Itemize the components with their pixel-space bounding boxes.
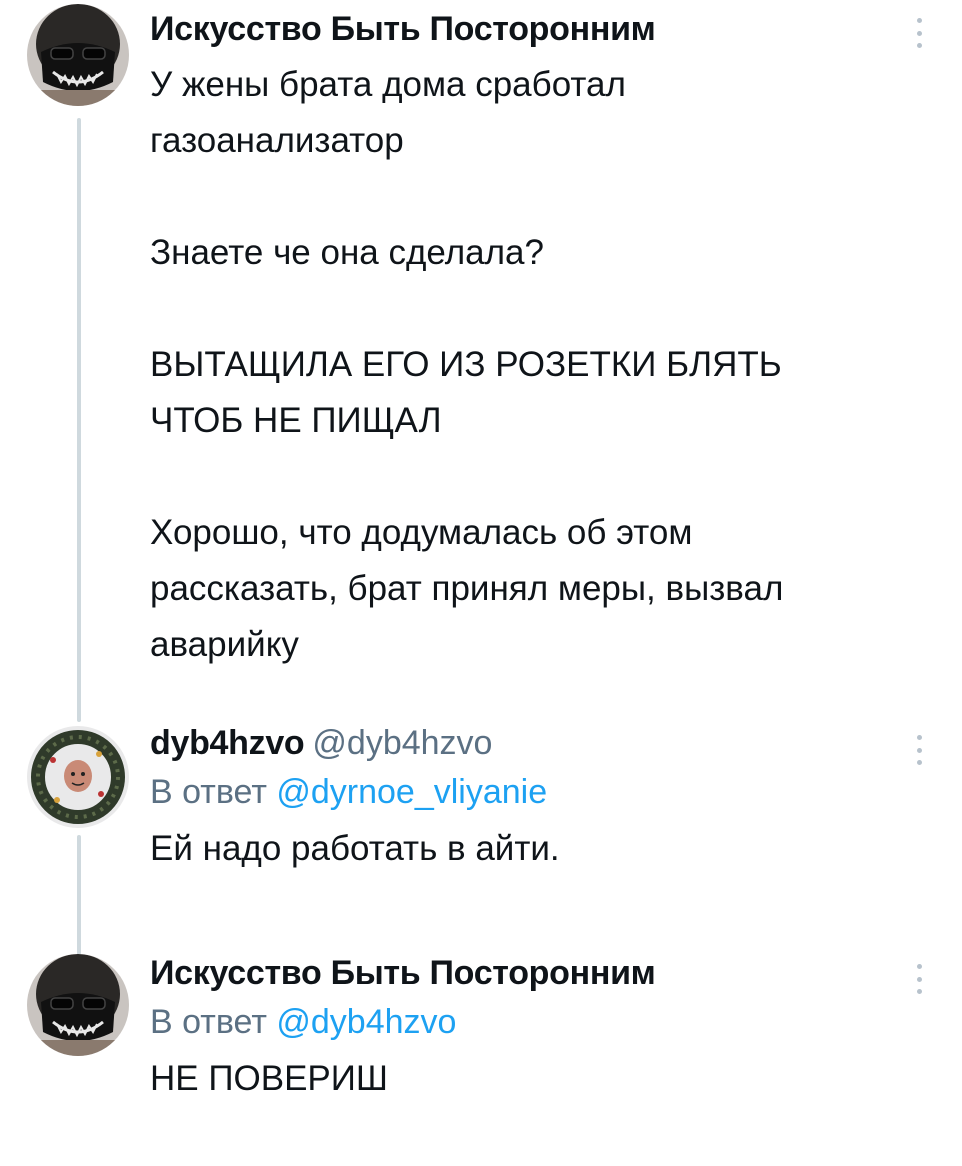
tweet-text: НЕ ПОВЕРИШ [150,1059,388,1098]
reply-to-link[interactable]: @dyrnoe_vliyanie [276,773,547,811]
reply-context: В ответ @dyrnoe_vliyanie [150,765,892,819]
avatar[interactable] [27,4,129,106]
tweet-header: dyb4hzvo @dyb4hzvo [150,722,892,764]
author-name[interactable]: dyb4hzvo [150,724,305,762]
thread-line [77,118,81,722]
more-options-icon[interactable] [916,18,922,48]
more-options-icon[interactable] [916,735,922,765]
author-name[interactable]: Искусство Быть Посторонним [150,954,656,992]
reply-context: В ответ @dyb4hzvo [150,995,892,1049]
tweet-header: Искусство Быть Посторонним [150,952,892,994]
thread-line [77,835,81,955]
reply-prefix: В ответ [150,1003,267,1041]
wreath-avatar-icon [27,726,129,828]
mask-avatar-icon [27,954,129,1056]
mask-avatar-icon [27,4,129,106]
reply-prefix: В ответ [150,773,267,811]
avatar[interactable] [27,726,129,828]
tweet-text: У жены брата дома сработал газоанализато… [150,65,784,664]
more-options-icon[interactable] [916,964,922,994]
tweet-text: Ей надо работать в айти. [150,829,560,868]
author-handle[interactable]: @dyb4hzvo [312,724,492,762]
tweet-header: Искусство Быть Посторонним [150,8,892,50]
author-name[interactable]: Искусство Быть Посторонним [150,10,656,48]
reply-to-link[interactable]: @dyb4hzvo [276,1003,456,1041]
avatar[interactable] [27,954,129,1056]
